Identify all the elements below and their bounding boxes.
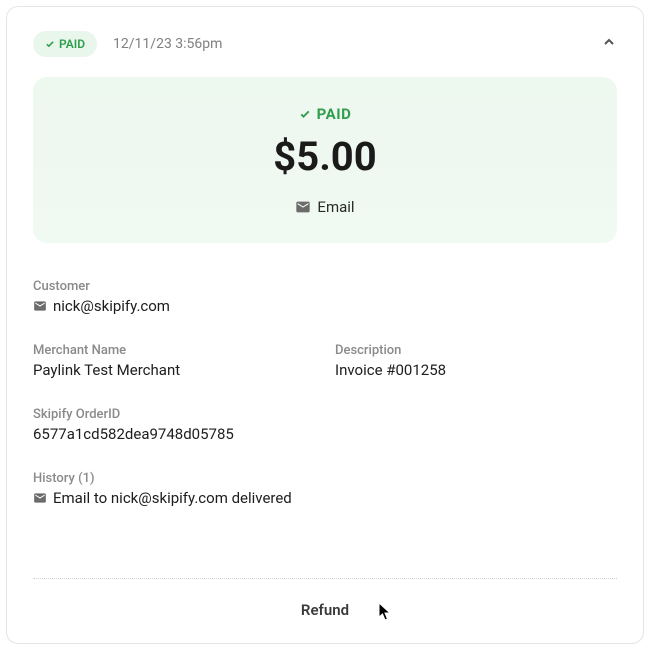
collapse-toggle[interactable] xyxy=(601,34,617,54)
description-value: Invoice #001258 xyxy=(335,361,617,379)
email-button[interactable]: Email xyxy=(295,198,354,216)
amount-summary: PAID $5.00 Email xyxy=(33,77,617,243)
refund-button[interactable]: Refund xyxy=(33,601,617,619)
status-label: PAID xyxy=(59,37,85,51)
summary-status: PAID xyxy=(299,105,352,123)
description-label: Description xyxy=(335,343,617,358)
history-entry: Email to nick@skipify.com delivered xyxy=(33,489,617,507)
merchant-field: Merchant Name Paylink Test Merchant xyxy=(33,343,315,379)
details-grid: Customer nick@skipify.com Merchant Name … xyxy=(33,279,617,507)
order-label: Skipify OrderID xyxy=(33,407,617,422)
check-icon xyxy=(299,108,311,120)
timestamp: 12/11/23 3:56pm xyxy=(113,36,222,52)
chevron-up-icon xyxy=(601,34,617,50)
summary-status-label: PAID xyxy=(317,105,352,123)
order-field: Skipify OrderID 6577a1cd582dea9748d05785 xyxy=(33,407,617,443)
history-field: History (1) Email to nick@skipify.com de… xyxy=(33,471,617,507)
merchant-value: Paylink Test Merchant xyxy=(33,361,315,379)
divider xyxy=(33,578,617,579)
merchant-label: Merchant Name xyxy=(33,343,315,358)
amount-value: $5.00 xyxy=(53,133,597,180)
check-icon xyxy=(45,39,55,49)
customer-label: Customer xyxy=(33,279,617,294)
customer-value: nick@skipify.com xyxy=(33,297,617,315)
order-value: 6577a1cd582dea9748d05785 xyxy=(33,425,617,443)
history-label: History (1) xyxy=(33,471,617,486)
customer-field: Customer nick@skipify.com xyxy=(33,279,617,315)
customer-email: nick@skipify.com xyxy=(53,297,170,315)
card-header: PAID 12/11/23 3:56pm xyxy=(33,31,617,57)
email-icon xyxy=(295,199,311,215)
status-badge: PAID xyxy=(33,31,97,57)
email-icon xyxy=(33,299,47,313)
email-icon xyxy=(33,491,47,505)
email-button-label: Email xyxy=(317,198,354,216)
description-field: Description Invoice #001258 xyxy=(335,343,617,379)
payment-card: PAID 12/11/23 3:56pm PAID $5.00 Email Cu… xyxy=(6,6,644,644)
